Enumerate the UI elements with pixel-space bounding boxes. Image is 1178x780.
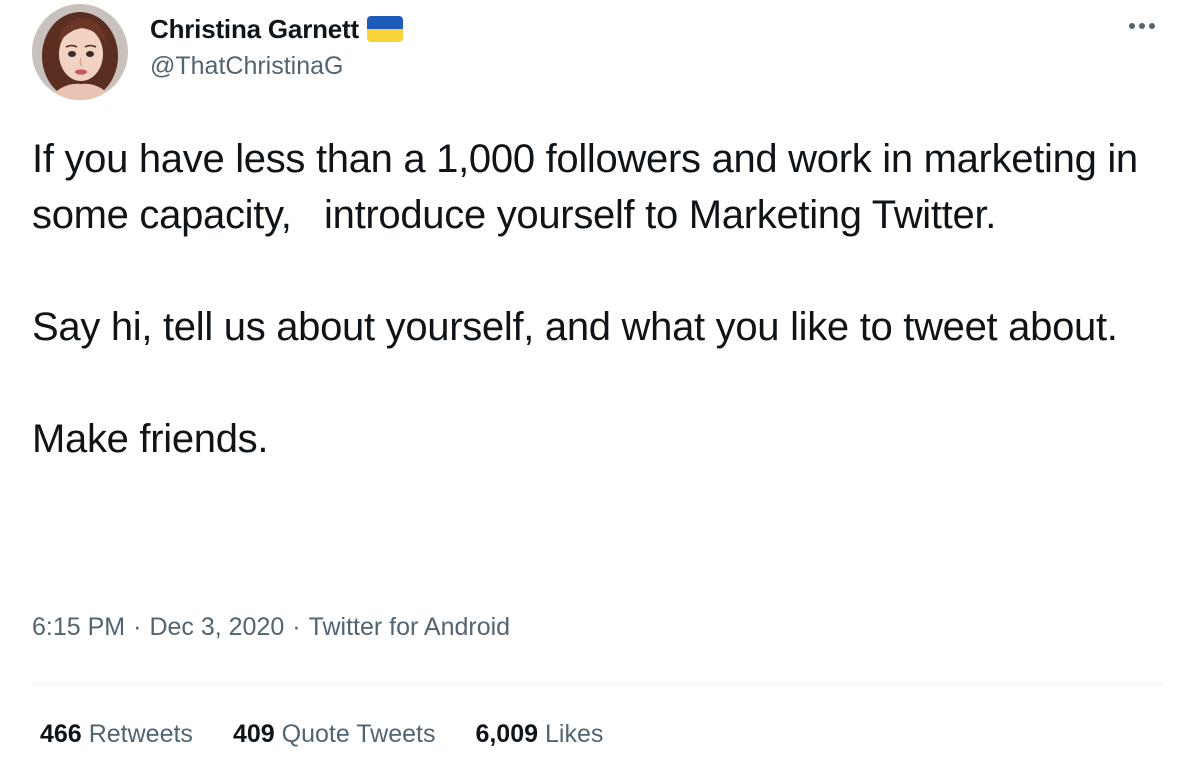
tweet-date[interactable]: Dec 3, 2020 — [149, 613, 284, 642]
tweet-paragraph: Say hi, tell us about yourself, and what… — [32, 305, 1118, 349]
author-handle[interactable]: @ThatChristinaG — [150, 52, 344, 81]
tweet-paragraph: If you have less than a 1,000 followers … — [32, 137, 1149, 237]
retweets-count: 466 — [40, 720, 82, 748]
divider — [32, 683, 1164, 684]
more-options-icon[interactable] — [1124, 14, 1160, 38]
author-display-name[interactable]: Christina Garnett — [150, 14, 359, 45]
retweets-stat[interactable]: 466 Retweets — [40, 720, 193, 749]
likes-count: 6,009 — [475, 720, 539, 748]
engagement-stats: 466 Retweets 409 Quote Tweets 6,009 Likes — [40, 720, 643, 749]
author-name-row: Christina Garnett — [150, 12, 403, 46]
meta-separator: · — [292, 613, 301, 641]
profile-avatar-image — [32, 4, 128, 100]
likes-label: Likes — [545, 720, 604, 748]
tweet-body: If you have less than a 1,000 followers … — [32, 131, 1142, 467]
tweet-source[interactable]: Twitter for Android — [309, 613, 510, 642]
quote-tweets-label: Quote Tweets — [281, 720, 436, 748]
meta-separator: · — [133, 613, 142, 641]
quote-tweets-count: 409 — [232, 720, 275, 748]
avatar[interactable] — [32, 4, 128, 100]
tweet-time[interactable]: 6:15 PM — [32, 613, 125, 642]
tweet-paragraph: Make friends. — [32, 417, 269, 461]
tweet-metadata: 6:15 PM · Dec 3, 2020 · Twitter for Andr… — [32, 613, 510, 642]
retweets-label: Retweets — [88, 720, 193, 748]
likes-stat[interactable]: 6,009 Likes — [475, 720, 603, 749]
ukraine-flag-icon — [366, 16, 403, 42]
quote-tweets-stat[interactable]: 409 Quote Tweets — [233, 720, 436, 749]
